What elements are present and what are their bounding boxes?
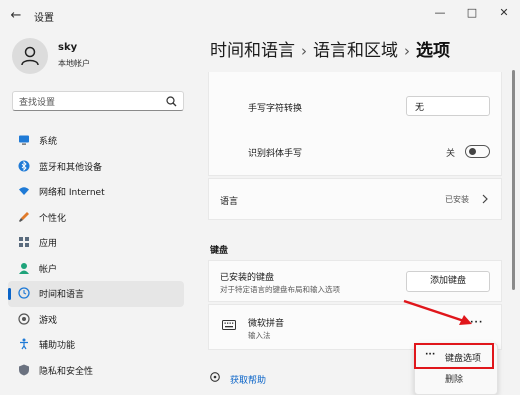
- toggle-knob: [469, 148, 476, 155]
- breadcrumb-time-language[interactable]: 时间和语言: [210, 41, 295, 61]
- title-bar: ← 设置 — □ ✕: [0, 0, 520, 32]
- handwriting-conversion-label: 手写字符转换: [248, 104, 303, 114]
- keyboard-section-title: 键盘: [210, 246, 229, 256]
- sidebar-item-label: 帐户: [39, 264, 58, 275]
- user-profile[interactable]: sky 本地帐户: [12, 38, 192, 78]
- user-name: sky: [58, 42, 78, 53]
- bluetooth-icon: [18, 160, 30, 171]
- handwriting-conversion-select[interactable]: 无 ⌄: [406, 96, 490, 116]
- language-status: 已安装: [445, 195, 469, 204]
- cursive-recognition-toggle[interactable]: [465, 145, 490, 158]
- installed-keyboards-desc: 对于特定语言的键盘布局和输入选项: [220, 285, 340, 294]
- brush-icon: [19, 211, 29, 222]
- accessibility-icon: [20, 338, 28, 350]
- breadcrumb: 时间和语言 › 语言和区域 › 选项: [210, 36, 450, 61]
- annotation-highlight-box: [414, 343, 494, 369]
- search-placeholder: 查找设置: [19, 98, 56, 108]
- keyboard-icon: [222, 320, 236, 330]
- globe-clock-icon: [18, 287, 30, 299]
- breadcrumb-separator: ›: [301, 42, 307, 60]
- breadcrumb-language-region[interactable]: 语言和区域: [313, 41, 398, 61]
- gamepad-icon: [18, 312, 30, 325]
- chevron-right-icon: [482, 194, 488, 204]
- back-icon[interactable]: ←: [8, 8, 24, 24]
- chevron-down-icon: ⌄: [415, 100, 422, 109]
- minimize-button[interactable]: —: [430, 5, 450, 21]
- active-indicator: [8, 288, 11, 300]
- breadcrumb-separator: ›: [404, 42, 410, 60]
- sidebar-item-apps[interactable]: 应用: [8, 230, 184, 256]
- close-button[interactable]: ✕: [494, 5, 514, 21]
- sidebar-item-label: 时间和语言: [39, 290, 85, 300]
- maximize-button[interactable]: □: [462, 5, 482, 21]
- sidebar-item-accessibility[interactable]: 辅助功能: [8, 332, 184, 358]
- sidebar-item-label: 辅助功能: [39, 341, 76, 351]
- ime-type: 输入法: [248, 331, 271, 340]
- sidebar-item-time-language[interactable]: 时间和语言: [8, 281, 184, 307]
- sidebar-item-system[interactable]: 系统: [8, 128, 184, 154]
- language-label: 语言: [220, 197, 239, 207]
- add-keyboard-button[interactable]: 添加键盘: [406, 271, 490, 292]
- sidebar-item-label: 个性化: [39, 213, 67, 224]
- sidebar-item-network[interactable]: 网络和 Internet: [8, 179, 184, 205]
- cursive-recognition-label: 识别斜体手写: [248, 149, 303, 159]
- remove-menu-item[interactable]: 删除: [445, 372, 463, 385]
- installed-keyboards-label: 已安装的键盘: [220, 273, 275, 283]
- settings-window: ← 设置 — □ ✕ sky 本地帐户 查找设置 系统 蓝牙和其他设备 网络和 …: [0, 0, 520, 395]
- sidebar-item-gaming[interactable]: 游戏: [8, 307, 184, 333]
- sidebar-item-label: 蓝牙和其他设备: [39, 162, 103, 173]
- sidebar-item-personalization[interactable]: 个性化: [8, 205, 184, 231]
- wifi-icon: [19, 187, 29, 195]
- sidebar-item-label: 游戏: [39, 315, 58, 326]
- account-type: 本地帐户: [58, 59, 90, 68]
- monitor-icon: [19, 135, 29, 145]
- shield-icon: [19, 364, 29, 375]
- page-title: 选项: [416, 41, 450, 61]
- search-icon[interactable]: [166, 96, 177, 107]
- apps-icon: [19, 237, 29, 247]
- sidebar-nav: 系统 蓝牙和其他设备 网络和 Internet 个性化 应用 帐户 时间和语言: [8, 128, 184, 383]
- app-title: 设置: [34, 13, 54, 24]
- toggle-state-text: 关: [446, 149, 456, 159]
- search-input[interactable]: 查找设置: [12, 91, 184, 111]
- annotation-arrow: [403, 299, 472, 325]
- sidebar-item-label: 隐私和安全性: [39, 366, 94, 377]
- handwriting-card: [208, 72, 502, 176]
- scrollbar[interactable]: [512, 70, 515, 290]
- person-icon: [19, 262, 29, 274]
- help-icon: [210, 372, 220, 382]
- sidebar-item-privacy[interactable]: 隐私和安全性: [8, 358, 184, 384]
- sidebar-item-label: 系统: [39, 137, 58, 147]
- avatar: [12, 38, 48, 74]
- ime-name: 微软拼音: [248, 319, 285, 329]
- sidebar-item-label: 网络和 Internet: [39, 188, 105, 198]
- person-icon: [21, 46, 39, 66]
- sidebar-item-bluetooth[interactable]: 蓝牙和其他设备: [8, 154, 184, 180]
- sidebar-item-accounts[interactable]: 帐户: [8, 256, 184, 282]
- sidebar-item-label: 应用: [39, 239, 58, 249]
